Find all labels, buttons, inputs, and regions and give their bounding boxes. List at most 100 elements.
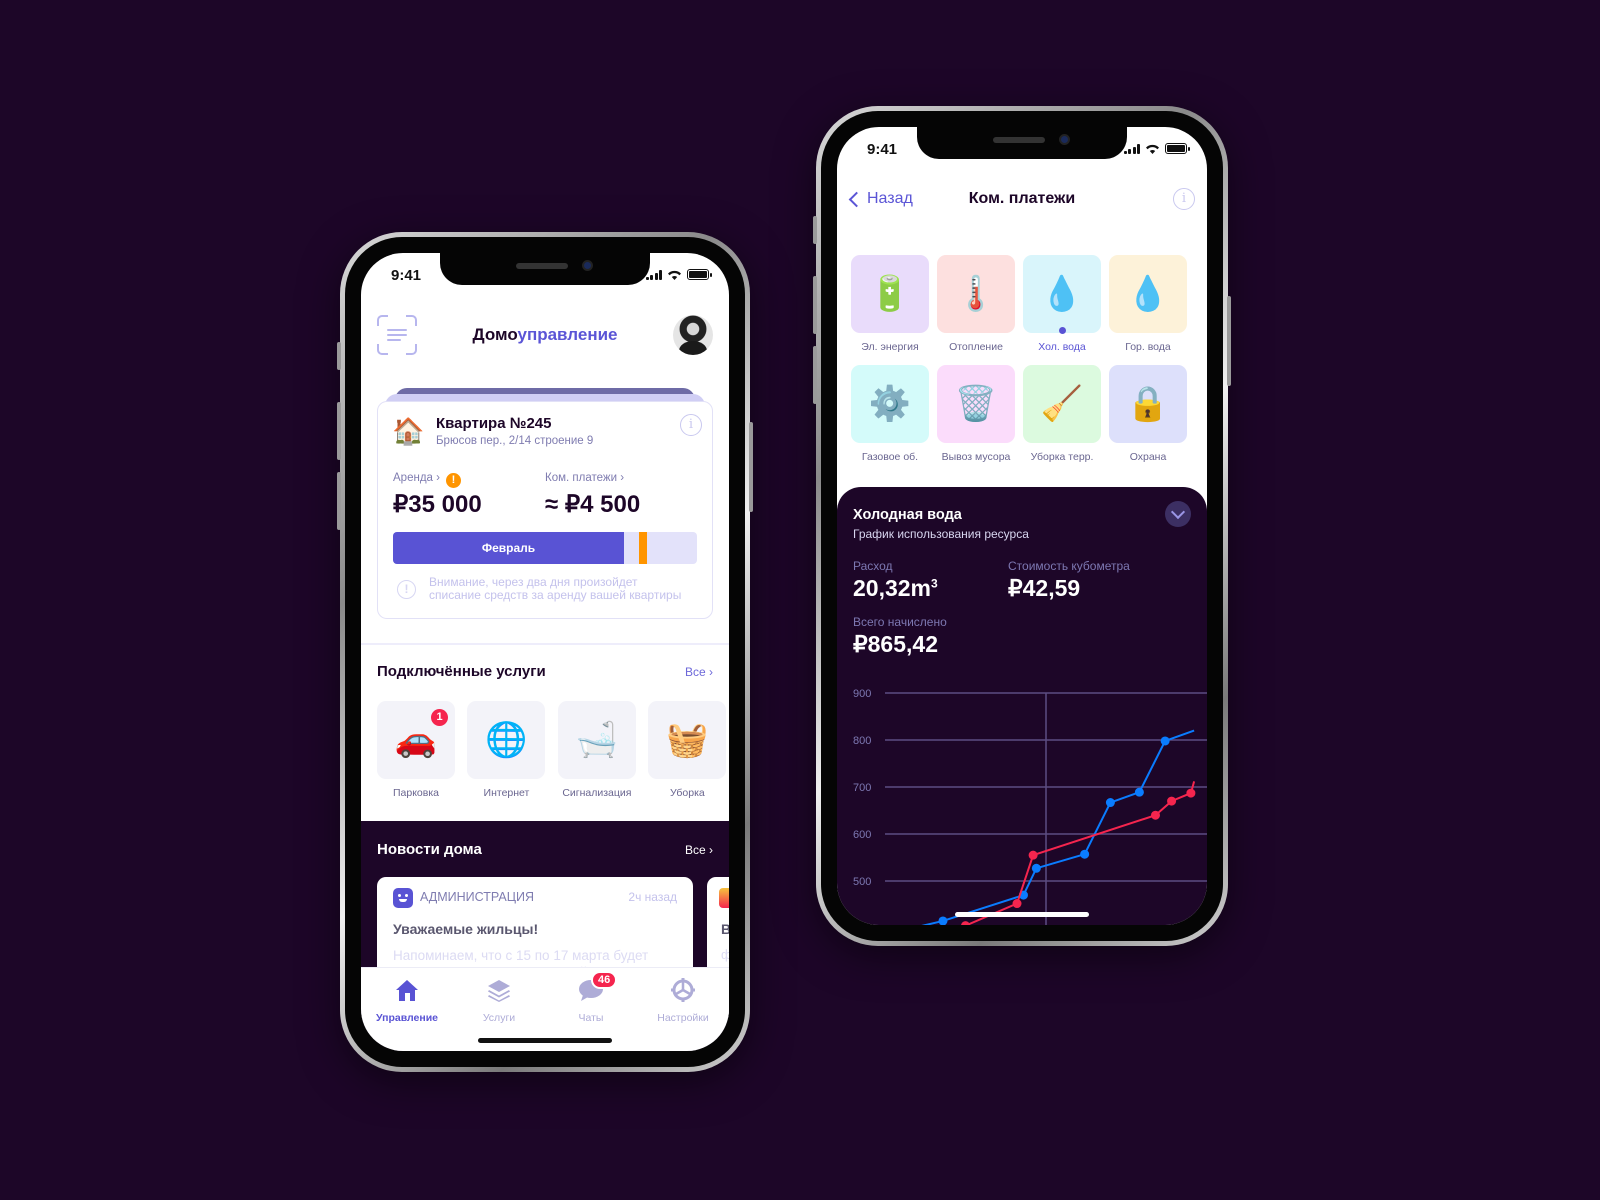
utility-label: Уборка терр. [1030, 451, 1094, 463]
utilities-link[interactable]: Ком. платежи › [545, 472, 624, 484]
basket-icon: 🧺 [648, 701, 727, 779]
data-point-red [961, 921, 970, 925]
water-drop-icon: 💧 [1109, 255, 1187, 333]
app-header: Домоуправление [361, 303, 729, 363]
tab-management[interactable]: Управление [361, 968, 453, 1051]
tab-label: Настройки [657, 1012, 709, 1024]
utility-heating[interactable]: 🌡️ Отопление [937, 255, 1015, 353]
news-time: 2ч назад [628, 890, 677, 904]
resource-panel: 900 800 700 600 500 400 Холодная вода График … [837, 487, 1207, 925]
home-icon [396, 980, 418, 1001]
phone-home-screen: 9:41 Домоуправление 🏠 Квартира №245 Брюс… [337, 232, 753, 1072]
service-label: Интернет [483, 787, 530, 799]
utilities-value: ≈ ₽4 500 [545, 491, 641, 518]
price-label: Стоимость кубометра [1008, 559, 1130, 573]
tab-label: Услуги [482, 1012, 516, 1024]
mute-switch [337, 342, 341, 370]
news-title: Новости дома [377, 841, 482, 858]
power-button [749, 422, 753, 512]
data-point-blue [938, 916, 948, 925]
navigation-bar: Назад Ком. платежи i [837, 182, 1207, 222]
apartment-name: Квартира №245 [436, 415, 552, 432]
home-indicator [955, 912, 1089, 917]
month-label: Февраль [481, 541, 536, 555]
service-alarm[interactable]: 🛁 Сигнализация [557, 701, 636, 799]
y-tick-label: 900 [853, 688, 871, 700]
notification-badge: 1 [431, 709, 448, 726]
tab-settings[interactable]: Настройки [637, 968, 729, 1051]
wifi-icon [1146, 144, 1159, 154]
news-source: АДМИНИСТРАЦИЯ [420, 890, 534, 904]
service-internet[interactable]: 🌐 Интернет [467, 701, 546, 799]
y-tick-label: 700 [853, 782, 871, 794]
front-camera [582, 260, 593, 271]
rent-link[interactable]: Аренда ›! [393, 472, 461, 488]
status-time: 9:41 [391, 267, 422, 284]
rent-value: ₽35 000 [393, 491, 482, 518]
utility-security[interactable]: 🔒 Охрана [1109, 365, 1187, 463]
utility-label: Отопление [949, 341, 1003, 353]
panel-subtitle: График использования ресурса [853, 527, 1029, 541]
utility-label: Охрана [1129, 451, 1167, 463]
house-icon: 🏠 [392, 416, 425, 446]
home-screen: 9:41 Домоуправление 🏠 Квартира №245 Брюс… [361, 253, 729, 1051]
apartment-card[interactable]: 🏠 Квартира №245 Брюсов пер., 2/14 строен… [377, 401, 713, 619]
utility-grid: 🔋 Эл. энергия 🌡️ Отопление 💧 Хол. вода 💧 Гор… [851, 255, 1197, 463]
lock-icon: 🔒 [1109, 365, 1187, 443]
data-point-blue [1105, 798, 1115, 808]
battery-emoji-icon: 🔋 [851, 255, 929, 333]
apartment-address: Брюсов пер., 2/14 строение 9 [436, 435, 594, 447]
utility-hot-water[interactable]: 💧 Гор. вода [1109, 255, 1187, 353]
data-point-blue [1080, 849, 1090, 859]
news-all-link[interactable]: Все › [685, 843, 713, 857]
services-list: 🚗 1 Парковка 🌐 Интернет 🛁 Сигнализация 🧺 Убор… [377, 701, 729, 801]
series-line-red [963, 781, 1196, 925]
user-avatar[interactable] [673, 315, 713, 355]
utility-electricity[interactable]: 🔋 Эл. энергия [851, 255, 929, 353]
service-cleaning[interactable]: 🧺 Уборка [648, 701, 727, 799]
price-value: ₽42,59 [1008, 575, 1081, 601]
utilities-screen: 9:41 Назад Ком. платежи i 🔋 Эл. энергия 🌡… [837, 127, 1207, 925]
utility-garbage[interactable]: 🗑️ Вывоз мусора [937, 365, 1015, 463]
utility-label: Газовое об. [861, 451, 919, 463]
rent-label: Аренда › [393, 472, 440, 484]
front-camera [1059, 134, 1070, 145]
y-tick-label: 500 [853, 876, 871, 888]
utility-gas[interactable]: ⚙️ Газовое об. [851, 365, 929, 463]
due-date-marker [639, 532, 648, 564]
data-point-red [1167, 796, 1177, 806]
notch [440, 253, 650, 285]
info-icon[interactable]: i [1173, 188, 1195, 210]
power-button [1227, 296, 1231, 386]
consumption-value: 20,32m3 [853, 575, 938, 602]
utility-cleaning[interactable]: 🧹 Уборка терр. [1023, 365, 1101, 463]
gear-icon: ⚙️ [851, 365, 929, 443]
chevron-down-icon[interactable] [1165, 501, 1191, 527]
broom-icon: 🧹 [1023, 365, 1101, 443]
y-tick-label: 600 [853, 829, 871, 841]
utility-cold-water[interactable]: 💧 Хол. вода [1023, 255, 1101, 353]
services-all-link[interactable]: Все › [685, 665, 713, 679]
usage-chart: 900 800 700 600 500 400 [853, 688, 1207, 925]
service-parking[interactable]: 🚗 1 Парковка [377, 701, 455, 799]
total-label: Всего начислено [853, 615, 947, 629]
app-title-part2: управление [517, 325, 618, 344]
status-time: 9:41 [867, 141, 898, 158]
chat-badge: 46 [591, 971, 618, 989]
settings-gear-icon [671, 978, 695, 1002]
volume-up-button [337, 402, 341, 460]
consumption-number: 20,32m [853, 575, 932, 601]
cellular-signal-icon [1123, 143, 1140, 154]
data-point-red [1028, 850, 1038, 860]
notch [917, 127, 1127, 159]
month-progress-bar[interactable]: Февраль [393, 532, 697, 564]
news-body-partial: ф [721, 947, 729, 962]
phone-utilities-screen: 9:41 Назад Ком. платежи i 🔋 Эл. энергия 🌡… [813, 106, 1231, 946]
info-icon[interactable]: i [680, 414, 702, 436]
data-point-red [1012, 899, 1022, 909]
globe-icon: 🌐 [467, 701, 546, 779]
news-headline: Уважаемые жильцы! [393, 921, 539, 937]
total-value: ₽865,42 [853, 631, 938, 657]
data-point-blue [1134, 787, 1144, 797]
trash-bin-icon: 🗑️ [937, 365, 1015, 443]
